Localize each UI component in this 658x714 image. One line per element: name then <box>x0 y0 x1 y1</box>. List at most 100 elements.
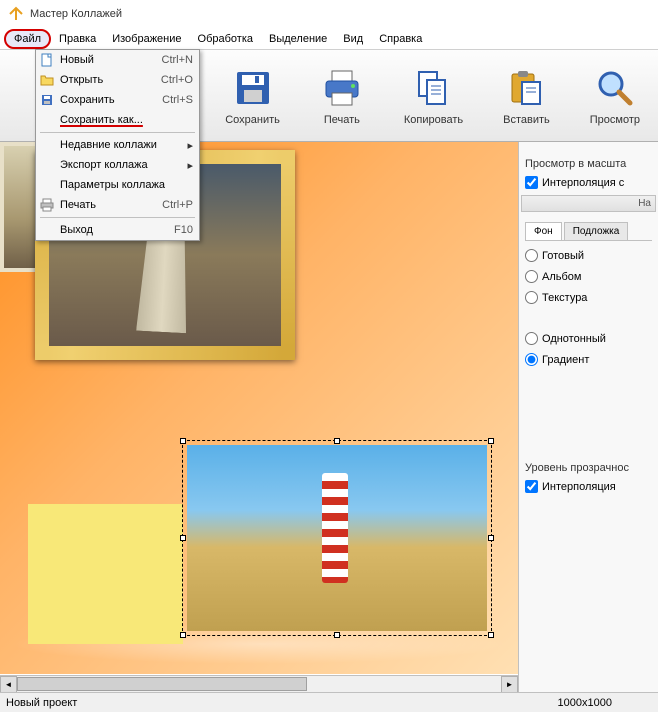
scroll-left-button[interactable]: ◄ <box>0 676 17 692</box>
printer-icon <box>320 66 364 110</box>
menu-recent-label: Недавние коллажи <box>60 139 187 151</box>
menu-edit[interactable]: Правка <box>51 31 104 47</box>
radio-gradient-input[interactable] <box>525 353 538 366</box>
bg-tabs: Фон Подложка <box>525 222 652 241</box>
menu-recent[interactable]: Недавние коллажи ▸ <box>36 135 199 155</box>
menu-params[interactable]: Параметры коллажа <box>36 175 199 195</box>
magnifier-icon <box>593 66 637 110</box>
menu-open-label: Открыть <box>60 74 161 86</box>
new-icon <box>38 52 56 68</box>
status-project: Новый проект <box>6 697 518 709</box>
interp-label: Интерполяция с <box>542 177 624 189</box>
radio-solid-input[interactable] <box>525 332 538 345</box>
toolbar-paste-label: Вставить <box>503 114 550 126</box>
radio-ready[interactable]: Готовый <box>525 249 652 262</box>
menu-save-label: Сохранить <box>60 94 162 106</box>
menu-exit[interactable]: Выход F10 <box>36 220 199 240</box>
menu-save[interactable]: Сохранить Ctrl+S <box>36 90 199 110</box>
radio-gradient[interactable]: Градиент <box>525 353 652 366</box>
menu-print-shortcut: Ctrl+P <box>162 199 193 211</box>
menu-save-shortcut: Ctrl+S <box>162 94 193 106</box>
interp-smoothing-check[interactable]: Интерполяция с <box>525 176 652 189</box>
resize-handle[interactable] <box>180 535 186 541</box>
statusbar: Новый проект 1000x1000 <box>0 692 658 712</box>
radio-album[interactable]: Альбом <box>525 270 652 283</box>
resize-handle[interactable] <box>488 535 494 541</box>
blank-icon <box>38 112 56 128</box>
blank-icon <box>38 157 56 173</box>
horizontal-scrollbar[interactable]: ◄ ► <box>0 675 518 692</box>
scroll-track[interactable] <box>17 676 501 692</box>
menu-new-label: Новый <box>60 54 162 66</box>
toolbar-copy-label: Копировать <box>404 114 463 126</box>
menu-exit-label: Выход <box>60 224 174 236</box>
blank-icon <box>38 222 56 238</box>
blank-icon <box>38 137 56 153</box>
menu-process[interactable]: Обработка <box>190 31 261 47</box>
save-icon <box>38 92 56 108</box>
radio-solid[interactable]: Однотонный <box>525 332 652 345</box>
radio-texture-label: Текстура <box>542 292 587 304</box>
menu-export[interactable]: Экспорт коллажа ▸ <box>36 155 199 175</box>
resize-handle[interactable] <box>488 632 494 638</box>
menu-export-label: Экспорт коллажа <box>60 159 187 171</box>
radio-gradient-label: Градиент <box>542 354 589 366</box>
radio-album-label: Альбом <box>542 271 581 283</box>
blank-icon <box>38 177 56 193</box>
interp2-label: Интерполяция <box>542 481 616 493</box>
resize-handle[interactable] <box>334 632 340 638</box>
status-dimensions: 1000x1000 <box>518 697 652 709</box>
collage-block[interactable] <box>28 504 183 644</box>
toolbar-preview-button[interactable]: Просмотр <box>580 62 650 130</box>
toolbar-copy-button[interactable]: Копировать <box>394 62 473 130</box>
print-icon <box>38 197 56 213</box>
interp2-checkbox[interactable] <box>525 480 538 493</box>
right-panel: Просмотр в масшта Интерполяция с На Фон … <box>518 142 658 692</box>
menu-view[interactable]: Вид <box>335 31 371 47</box>
scroll-right-button[interactable]: ► <box>501 676 518 692</box>
scroll-thumb[interactable] <box>17 677 307 691</box>
radio-album-input[interactable] <box>525 270 538 283</box>
open-icon <box>38 72 56 88</box>
opacity-label: Уровень прозрачнос <box>525 462 652 474</box>
toolbar-save-label: Сохранить <box>225 114 280 126</box>
toolbar-save-button[interactable]: Сохранить <box>215 62 290 130</box>
section-header: На <box>521 195 656 212</box>
selected-photo-frame[interactable] <box>182 440 492 636</box>
toolbar-print-label: Печать <box>324 114 360 126</box>
interp-checkbox[interactable] <box>525 176 538 189</box>
menu-save-as[interactable]: Сохранить как... <box>36 110 199 130</box>
resize-handle[interactable] <box>180 632 186 638</box>
menu-file[interactable]: Файл <box>4 29 51 49</box>
tab-underlay[interactable]: Подложка <box>564 222 629 240</box>
menu-select[interactable]: Выделение <box>261 31 335 47</box>
menu-new-shortcut: Ctrl+N <box>162 54 193 66</box>
toolbar-preview-label: Просмотр <box>590 114 640 126</box>
file-menu-dropdown: Новый Ctrl+N Открыть Ctrl+O Сохранить Ct… <box>35 49 200 241</box>
toolbar-paste-button[interactable]: Вставить <box>493 62 560 130</box>
floppy-icon <box>231 66 275 110</box>
menu-new[interactable]: Новый Ctrl+N <box>36 50 199 70</box>
menu-print-label: Печать <box>60 199 162 211</box>
collage-photo-3[interactable] <box>187 445 487 631</box>
menu-image[interactable]: Изображение <box>104 31 189 47</box>
resize-handle[interactable] <box>488 438 494 444</box>
resize-handle[interactable] <box>334 438 340 444</box>
menu-separator <box>40 217 195 218</box>
interp2-check[interactable]: Интерполяция <box>525 480 652 493</box>
radio-texture[interactable]: Текстура <box>525 291 652 304</box>
toolbar-print-button[interactable]: Печать <box>310 62 374 130</box>
copy-icon <box>411 66 455 110</box>
menu-open[interactable]: Открыть Ctrl+O <box>36 70 199 90</box>
resize-handle[interactable] <box>180 438 186 444</box>
radio-texture-input[interactable] <box>525 291 538 304</box>
menu-print[interactable]: Печать Ctrl+P <box>36 195 199 215</box>
menu-help[interactable]: Справка <box>371 31 430 47</box>
menu-params-label: Параметры коллажа <box>60 179 193 191</box>
radio-solid-label: Однотонный <box>542 333 606 345</box>
tab-background[interactable]: Фон <box>525 222 562 240</box>
preview-scale-label: Просмотр в масшта <box>525 158 652 170</box>
menu-save-as-label: Сохранить как... <box>60 114 193 126</box>
radio-ready-label: Готовый <box>542 250 584 262</box>
radio-ready-input[interactable] <box>525 249 538 262</box>
